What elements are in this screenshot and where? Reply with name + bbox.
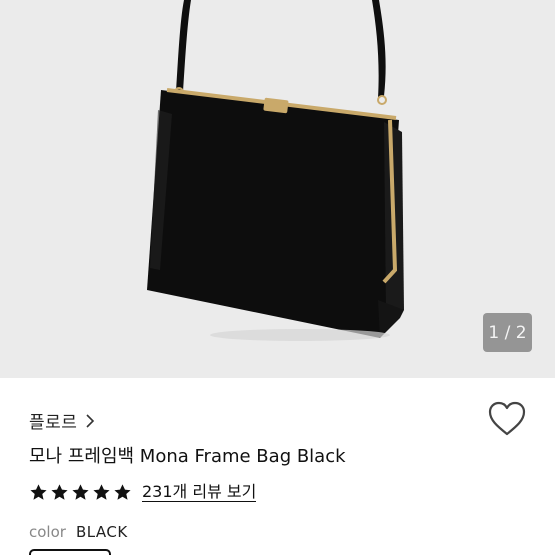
heart-icon[interactable] — [487, 400, 527, 438]
star-icon — [93, 483, 110, 500]
chevron-right-icon — [86, 413, 95, 428]
option-label: color — [29, 523, 66, 541]
star-icon — [72, 483, 89, 500]
review-link[interactable]: 231개 리뷰 보기 — [142, 482, 257, 502]
option-value: BLACK — [75, 523, 128, 541]
product-title: 모나 프레임백 Mona Frame Bag Black — [29, 446, 346, 467]
image-counter: 1 / 2 — [483, 313, 532, 352]
product-image — [147, 0, 404, 341]
star-icon — [51, 483, 68, 500]
brand-link[interactable]: 플로르 — [29, 408, 95, 433]
brand-name: 플로르 — [29, 413, 78, 433]
rating-row: 231개 리뷰 보기 — [29, 482, 257, 502]
product-info: 플로르 모나 프레임백 Mona Frame Bag Black 231개 리뷰… — [0, 378, 555, 555]
star-rating — [29, 483, 132, 502]
star-icon — [30, 483, 47, 500]
star-icon — [114, 483, 131, 500]
color-swatch-selected[interactable] — [29, 549, 111, 555]
color-option: color BLACK — [29, 523, 128, 541]
product-image-gallery[interactable]: 1 / 2 — [0, 0, 555, 378]
